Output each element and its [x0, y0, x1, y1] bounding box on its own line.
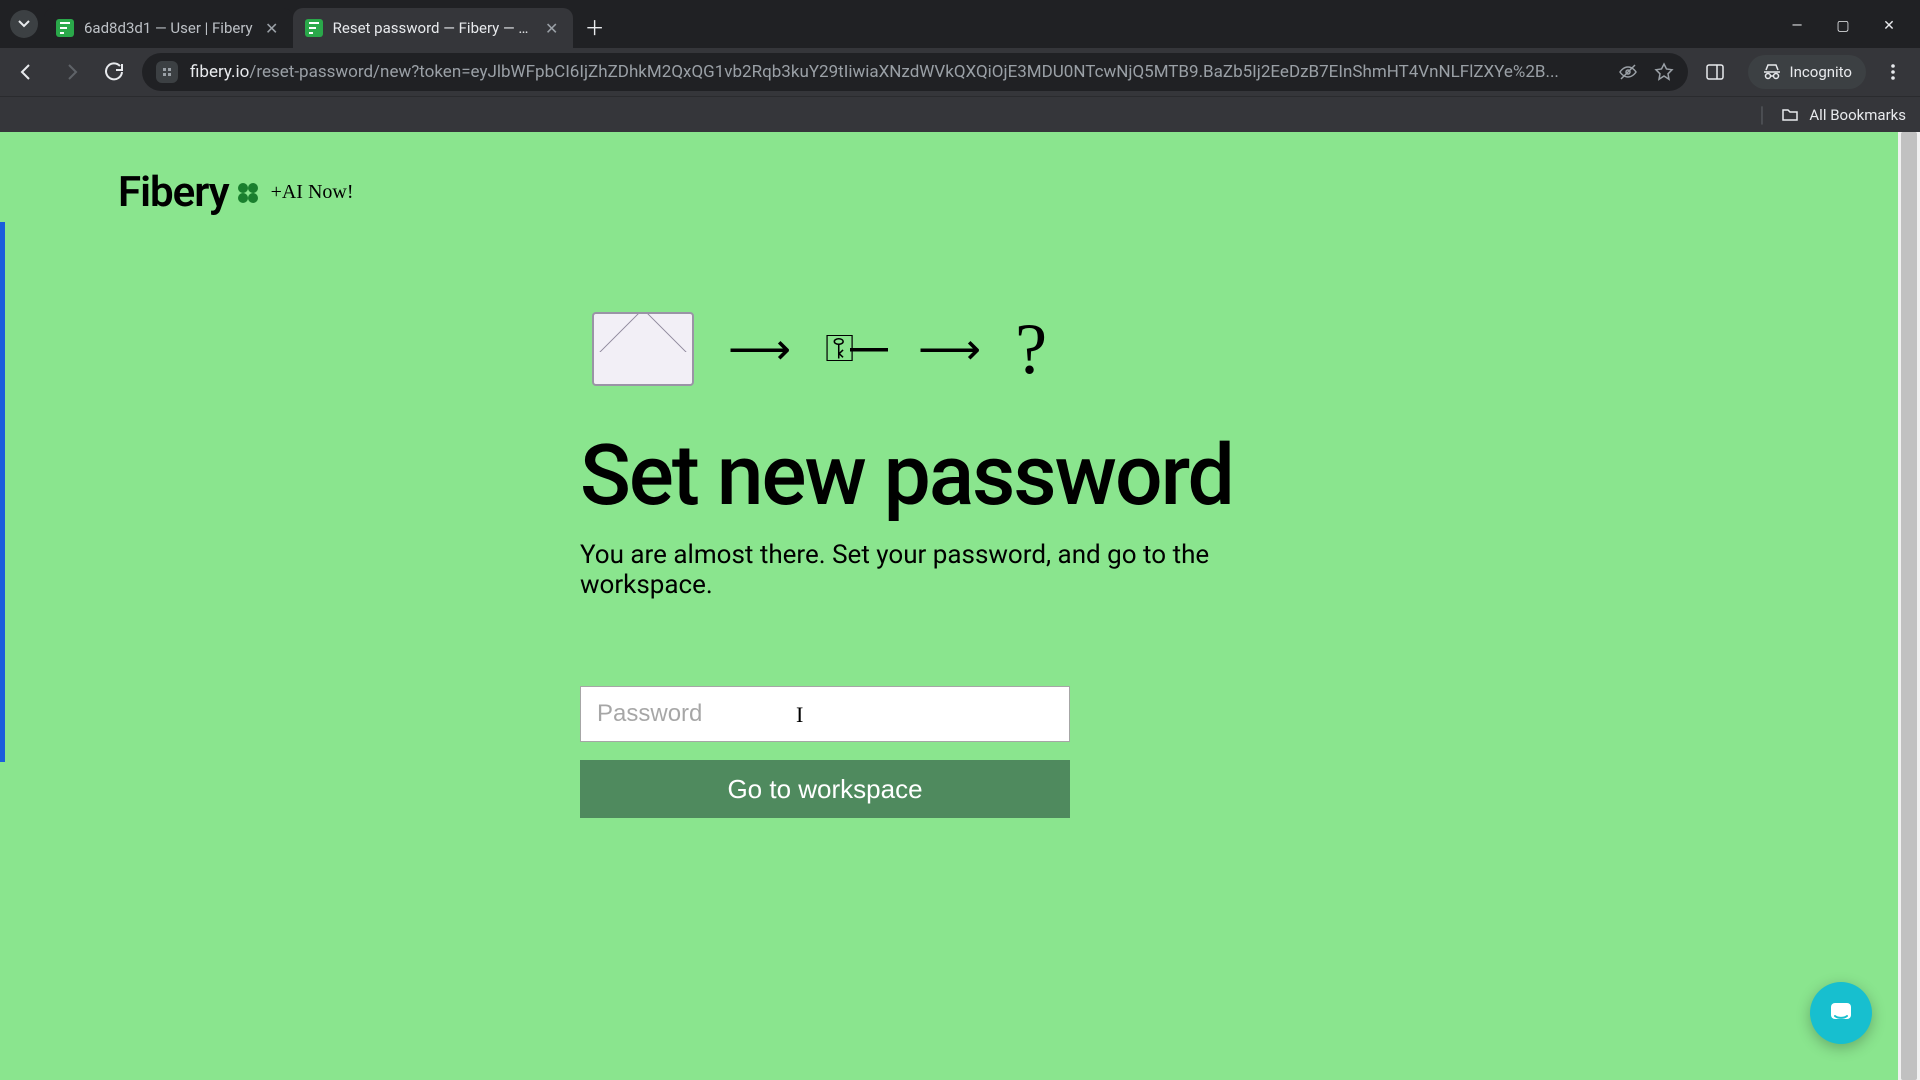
- question-mark-icon: ?: [1015, 313, 1047, 385]
- vertical-scrollbar[interactable]: [1898, 132, 1920, 1080]
- new-tab-button[interactable]: ＋: [579, 10, 611, 42]
- reset-password-panel: ⟶ ⚿━ ⟶ ? Set new password You are almost…: [580, 312, 1340, 818]
- nav-reload-button[interactable]: [98, 55, 132, 89]
- tab-close-icon[interactable]: ✕: [543, 19, 561, 38]
- page-title: Set new password: [580, 434, 1340, 518]
- tab-search-button[interactable]: [10, 10, 38, 38]
- page-subtext: You are almost there. Set your password,…: [580, 540, 1340, 600]
- arrow-right-icon: ⟶: [918, 323, 981, 375]
- arrow-left-icon: [17, 62, 37, 82]
- arrow-right-icon: [61, 62, 81, 82]
- tab-strip: 6ad8d3d1 — User | Fibery ✕ Reset passwor…: [0, 0, 1920, 48]
- window-maximize-button[interactable]: ▢: [1834, 18, 1852, 34]
- window-close-button[interactable]: ✕: [1880, 18, 1898, 34]
- fibery-logo[interactable]: Fibery +AI Now!: [118, 168, 354, 217]
- chevron-down-icon: [18, 18, 30, 30]
- bookmark-star-icon[interactable]: [1654, 62, 1674, 82]
- panel-icon: [1705, 62, 1725, 82]
- browser-tab-0[interactable]: 6ad8d3d1 — User | Fibery ✕: [44, 8, 293, 48]
- site-info-icon[interactable]: [156, 61, 178, 83]
- folder-icon: [1781, 106, 1799, 124]
- browser-menu-button[interactable]: [1876, 55, 1910, 89]
- browser-tab-title: Reset password — Fibery — Fib: [333, 19, 533, 37]
- all-bookmarks-button[interactable]: All Bookmarks: [1809, 106, 1906, 124]
- intercom-chat-button[interactable]: [1810, 982, 1872, 1044]
- password-input[interactable]: [580, 686, 1070, 742]
- nav-forward-button: [54, 55, 88, 89]
- side-panel-button[interactable]: [1698, 55, 1732, 89]
- tab-close-icon[interactable]: ✕: [263, 19, 281, 38]
- logo-badge: +AI Now!: [271, 181, 354, 204]
- fibery-favicon-icon: [305, 19, 323, 37]
- eye-off-icon[interactable]: [1618, 62, 1638, 82]
- separator: │: [1758, 106, 1767, 124]
- nav-back-button[interactable]: [10, 55, 44, 89]
- chat-icon: [1826, 998, 1856, 1028]
- reload-icon: [105, 62, 125, 82]
- envelope-icon: [592, 312, 694, 386]
- browser-chrome: 6ad8d3d1 — User | Fibery ✕ Reset passwor…: [0, 0, 1920, 132]
- key-icon: ⚿━: [825, 327, 884, 371]
- arrow-right-icon: ⟶: [728, 323, 791, 375]
- browser-tab-title: 6ad8d3d1 — User | Fibery: [84, 19, 253, 37]
- address-bar[interactable]: fibery.io/reset-password/new?token=eyJlb…: [142, 53, 1688, 91]
- flow-illustration: ⟶ ⚿━ ⟶ ?: [580, 312, 1340, 386]
- clover-icon: [235, 180, 261, 206]
- window-minimize-button[interactable]: —: [1788, 18, 1806, 34]
- go-to-workspace-button[interactable]: Go to workspace: [580, 760, 1070, 818]
- incognito-label: Incognito: [1790, 63, 1852, 81]
- window-controls: — ▢ ✕: [1788, 18, 1920, 48]
- browser-toolbar: fibery.io/reset-password/new?token=eyJlb…: [0, 48, 1920, 96]
- url-text: fibery.io/reset-password/new?token=eyJlb…: [190, 62, 1598, 82]
- kebab-icon: [1883, 62, 1903, 82]
- incognito-icon: [1762, 62, 1782, 82]
- page-viewport: Fibery +AI Now! ⟶ ⚿━ ⟶ ? Set new passwor…: [0, 132, 1920, 1080]
- browser-tab-1[interactable]: Reset password — Fibery — Fib ✕: [293, 8, 573, 48]
- incognito-indicator[interactable]: Incognito: [1748, 55, 1866, 89]
- bookmarks-bar: │ All Bookmarks: [0, 96, 1920, 132]
- logo-wordmark: Fibery: [118, 168, 229, 217]
- fibery-favicon-icon: [56, 19, 74, 37]
